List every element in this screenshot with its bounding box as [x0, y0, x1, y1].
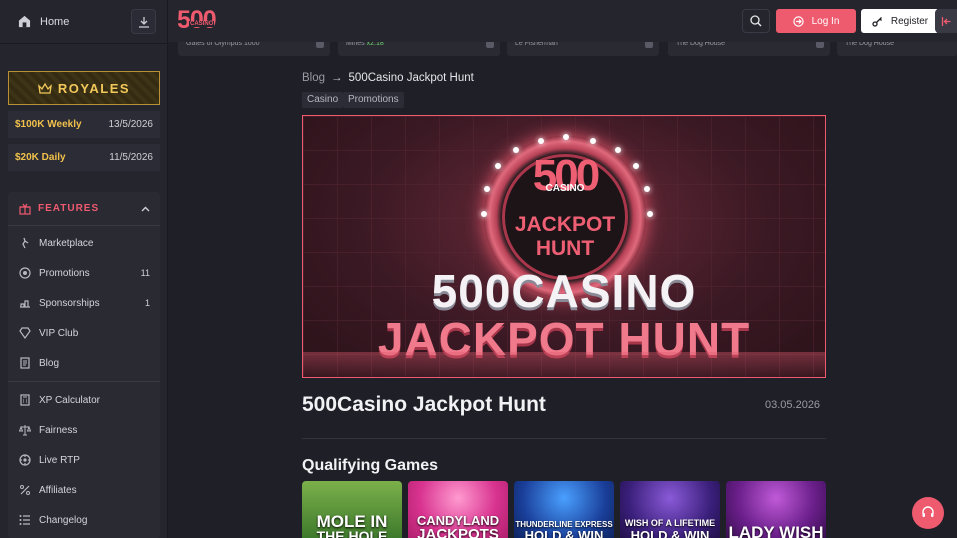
sidebar: Home ROYALES $100K Weekly 13/5/2026 $20K… [0, 0, 168, 538]
blog-icon [19, 357, 31, 369]
sidebar-item-affiliates[interactable]: Affiliates [8, 475, 160, 505]
game-title-line1: WISH OF A LIFETIME [624, 518, 716, 528]
features-label: FEATURES [38, 203, 100, 214]
wheel-jackpot: JACKPOT [514, 213, 616, 236]
percent-icon [19, 484, 31, 496]
headset-icon [922, 506, 934, 517]
sidebar-item-label: XP Calculator [39, 394, 100, 406]
sidebar-item-label: Sponsorships [39, 297, 100, 309]
sidebar-item-label: VIP Club [39, 327, 79, 339]
royales-banner[interactable]: ROYALES [8, 71, 160, 105]
logo-word: CASINO [189, 21, 215, 27]
download-button[interactable] [131, 9, 156, 34]
promo-name: $100K Weekly [15, 119, 82, 130]
chevron-up-icon [141, 206, 150, 212]
sidebar-item-changelog[interactable]: Changelog [8, 505, 160, 535]
search-icon [750, 15, 762, 27]
game-tile-candyland-jackpots[interactable]: CANDYLAND JACKPOTS [408, 481, 508, 538]
list-icon [19, 514, 31, 526]
controller-icon [316, 41, 324, 48]
game-tile-lady-wish[interactable]: LADY WISH [726, 481, 826, 538]
game-title-line1: LADY WISH [728, 523, 824, 538]
features-header[interactable]: FEATURES [8, 192, 160, 226]
calculator-icon [19, 394, 31, 406]
promo-weekly[interactable]: $100K Weekly 13/5/2026 [8, 111, 160, 138]
game-title-line2: JACKPOTS [417, 526, 499, 538]
collapse-panel-button[interactable] [935, 9, 957, 33]
hero-banner: 500 CASINO JACKPOT HUNT 500CASINO JACKPO… [302, 115, 826, 378]
login-icon [792, 15, 804, 27]
marketplace-icon [19, 237, 31, 249]
sidebar-item-marketplace[interactable]: Marketplace [8, 228, 160, 258]
sidebar-item-label: Blog [39, 357, 60, 369]
promotions-icon [19, 267, 31, 279]
sponsorships-icon [19, 297, 31, 309]
promo-name: $20K Daily [15, 152, 66, 163]
item-count: 11 [140, 268, 150, 278]
game-tile-thunderline-express[interactable]: THUNDERLINE EXPRESS HOLD & WIN [514, 481, 614, 538]
tag-promotions[interactable]: Promotions [343, 92, 404, 108]
home-icon [18, 15, 31, 28]
key-icon [872, 16, 882, 27]
download-icon [138, 16, 149, 28]
sidebar-item-vip-club[interactable]: VIP Club [8, 318, 160, 348]
sidebar-item-label: Home [40, 15, 70, 28]
register-button[interactable]: Register [861, 9, 939, 33]
top-bar: 500 CASINO Log In Register [168, 0, 957, 42]
article-date: 03.05.2026 [765, 399, 821, 411]
sidebar-item-label: Live RTP [39, 454, 80, 466]
tag-casino[interactable]: Casino [302, 92, 344, 108]
logo-number: 500 [177, 6, 217, 34]
sidebar-item-blog[interactable]: Blog [8, 348, 160, 378]
live-rtp-icon [19, 454, 31, 466]
game-title-line2: HOLD & WIN [524, 528, 604, 538]
game-title-line2: HOLD & WIN [630, 528, 710, 538]
sidebar-item-promotions[interactable]: Promotions 11 [8, 258, 160, 288]
support-chat-button[interactable] [912, 497, 944, 529]
breadcrumb-current: 500Casino Jackpot Hunt [348, 72, 474, 84]
sidebar-item-fairness[interactable]: Fairness [8, 415, 160, 445]
sidebar-item-sponsorships[interactable]: Sponsorships 1 [8, 288, 160, 318]
game-tile-mole-in-the-hole[interactable]: MOLE IN THE HOLE [302, 481, 402, 538]
sidebar-item-label: Promotions [39, 267, 90, 279]
promo-date: 11/5/2026 [109, 152, 153, 163]
divider [8, 381, 160, 382]
features-panel: FEATURES Marketplace Promotions 11 Spons… [8, 192, 160, 538]
wheel-casino: CASINO [545, 183, 585, 194]
sidebar-item-label: Affiliates [39, 484, 77, 496]
breadcrumb-blog-link[interactable]: Blog [302, 72, 325, 84]
diamond-icon [19, 327, 31, 339]
collapse-icon [941, 16, 950, 26]
casino-logo[interactable]: 500 CASINO [177, 6, 219, 36]
article-title: 500Casino Jackpot Hunt [302, 393, 546, 416]
sidebar-item-label: Fairness [39, 424, 78, 436]
crown-icon [38, 82, 52, 94]
qualifying-games-title: Qualifying Games [302, 457, 439, 474]
login-button[interactable]: Log In [776, 9, 856, 33]
gift-icon [19, 203, 31, 215]
royales-label: ROYALES [57, 80, 131, 96]
sidebar-item-xp-calculator[interactable]: XP Calculator [8, 385, 160, 415]
sidebar-item-home[interactable]: Home [0, 0, 168, 44]
divider [302, 438, 826, 439]
sidebar-item-live-rtp[interactable]: Live RTP [8, 445, 160, 475]
sidebar-item-label: Marketplace [39, 237, 94, 249]
login-label: Log In [811, 15, 840, 27]
hero-line-1: 500CASINO [431, 265, 697, 317]
controller-icon [486, 41, 494, 48]
promo-daily[interactable]: $20K Daily 11/5/2026 [8, 144, 160, 171]
arrow-right-icon: → [331, 72, 343, 84]
sidebar-item-label: Changelog [39, 514, 88, 526]
breadcrumb: Blog → 500Casino Jackpot Hunt [302, 72, 474, 84]
item-count: 1 [144, 298, 150, 308]
game-tile-wish-of-a-lifetime[interactable]: WISH OF A LIFETIME HOLD & WIN [620, 481, 720, 538]
controller-icon [645, 41, 653, 48]
scale-icon [19, 424, 31, 436]
game-title-line2: THE HOLE [316, 528, 388, 538]
wheel-hunt: HUNT [535, 237, 595, 260]
register-label: Register [890, 15, 929, 27]
promo-date: 13/5/2026 [108, 119, 154, 130]
controller-icon [816, 41, 824, 48]
search-button[interactable] [742, 9, 770, 33]
